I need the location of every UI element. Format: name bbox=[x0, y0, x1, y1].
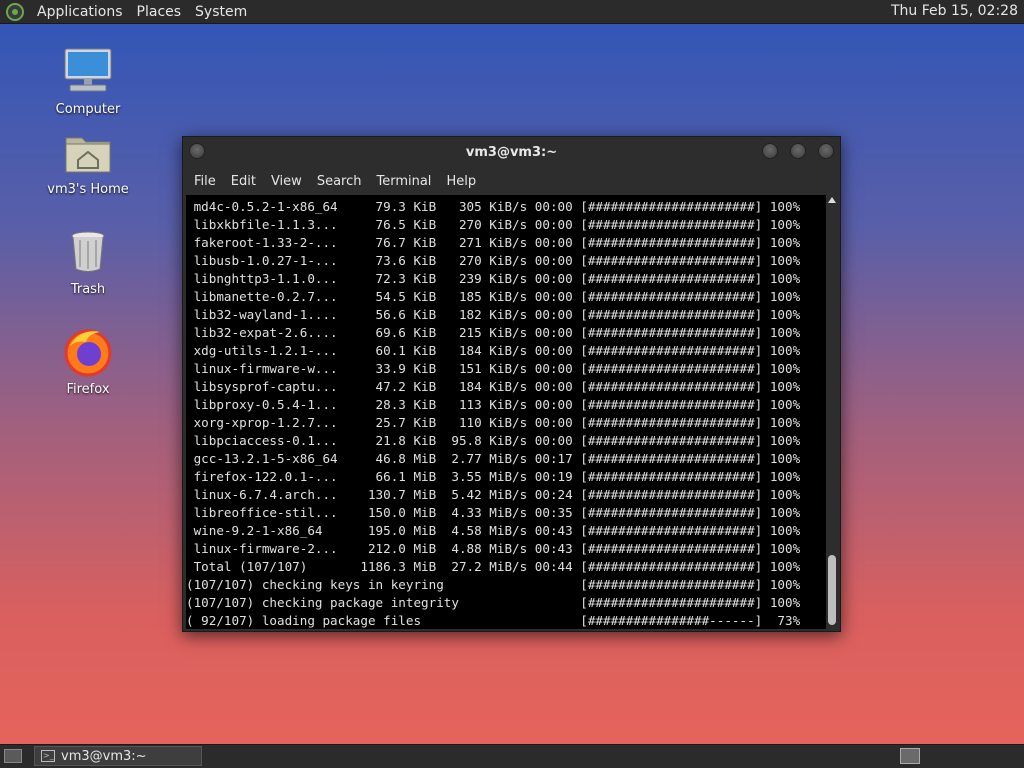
terminal-line: xdg-utils-1.2.1-... 60.1 KiB 184 KiB/s 0… bbox=[186, 343, 801, 358]
show-desktop-icon[interactable] bbox=[4, 749, 22, 763]
terminal-line: lib32-wayland-1.... 56.6 KiB 182 KiB/s 0… bbox=[186, 307, 801, 322]
desktop-icon-label: vm3's Home bbox=[47, 182, 129, 197]
top-panel: Applications Places System Thu Feb 15, 0… bbox=[0, 0, 1024, 24]
terminal-line: ( 92/107) loading package files [#######… bbox=[186, 613, 801, 628]
menu-places[interactable]: Places bbox=[130, 4, 189, 20]
desktop-icon-firefox[interactable]: Firefox bbox=[38, 326, 138, 397]
terminal-line: libproxy-0.5.4-1... 28.3 KiB 113 KiB/s 0… bbox=[186, 397, 801, 412]
distro-logo-icon[interactable] bbox=[6, 2, 24, 21]
terminal-line: libmanette-0.2.7... 54.5 KiB 185 KiB/s 0… bbox=[186, 289, 801, 304]
desktop-icon-computer[interactable]: Computer bbox=[38, 46, 138, 117]
terminal-line: libsysprof-captu... 47.2 KiB 184 KiB/s 0… bbox=[186, 379, 801, 394]
menu-edit[interactable]: Edit bbox=[224, 174, 264, 189]
trash-icon bbox=[62, 226, 114, 278]
terminal-line: fakeroot-1.33-2-... 76.7 KiB 271 KiB/s 0… bbox=[186, 235, 801, 250]
taskbar-item-terminal[interactable]: >_ vm3@vm3:~ bbox=[34, 746, 202, 766]
firefox-icon bbox=[62, 326, 114, 378]
menu-help[interactable]: Help bbox=[439, 174, 484, 189]
computer-icon bbox=[62, 46, 114, 98]
terminal-lines: md4c-0.5.2-1-x86_64 79.3 KiB 305 KiB/s 0… bbox=[186, 195, 826, 629]
terminal-line: linux-6.7.4.arch... 130.7 MiB 5.42 MiB/s… bbox=[186, 487, 801, 502]
terminal-line: (107/107) checking keys in keyring [####… bbox=[186, 577, 801, 592]
terminal-line: wine-9.2-1-x86_64 195.0 MiB 4.58 MiB/s 0… bbox=[186, 523, 801, 538]
desktop-icon-label: Computer bbox=[55, 102, 121, 117]
terminal-line: libnghttp3-1.1.0... 72.3 KiB 239 KiB/s 0… bbox=[186, 271, 801, 286]
menu-system[interactable]: System bbox=[188, 4, 254, 20]
home-folder-icon bbox=[62, 126, 114, 178]
menu-terminal[interactable]: Terminal bbox=[369, 174, 439, 189]
terminal-menubar: File Edit View Search Terminal Help bbox=[183, 167, 840, 195]
desktop-icon-label: Trash bbox=[70, 282, 106, 297]
terminal-output[interactable]: md4c-0.5.2-1-x86_64 79.3 KiB 305 KiB/s 0… bbox=[186, 195, 826, 629]
terminal-app-icon: >_ bbox=[41, 750, 55, 762]
menu-file[interactable]: File bbox=[187, 174, 224, 189]
window-titlebar[interactable]: vm3@vm3:~ bbox=[183, 137, 840, 167]
terminal-window[interactable]: vm3@vm3:~ File Edit View Search Terminal… bbox=[182, 136, 841, 632]
minimize-icon[interactable] bbox=[762, 143, 778, 159]
terminal-line: md4c-0.5.2-1-x86_64 79.3 KiB 305 KiB/s 0… bbox=[186, 199, 801, 214]
scroll-up-arrow-icon[interactable] bbox=[828, 197, 836, 203]
terminal-line: libreoffice-stil... 150.0 MiB 4.33 MiB/s… bbox=[186, 505, 801, 520]
desktop-icon-trash[interactable]: Trash bbox=[38, 226, 138, 297]
close-icon[interactable] bbox=[818, 143, 834, 159]
taskbar-item-label: vm3@vm3:~ bbox=[61, 748, 147, 764]
terminal-line: (107/107) checking package integrity [##… bbox=[186, 595, 801, 610]
scrollbar-thumb[interactable] bbox=[828, 555, 836, 625]
terminal-line: libpciaccess-0.1... 21.8 KiB 95.8 KiB/s … bbox=[186, 433, 801, 448]
window-title: vm3@vm3:~ bbox=[465, 144, 558, 160]
terminal-line: xorg-xprop-1.2.7... 25.7 KiB 110 KiB/s 0… bbox=[186, 415, 801, 430]
terminal-line: linux-firmware-2... 212.0 MiB 4.88 MiB/s… bbox=[186, 541, 801, 556]
clock[interactable]: Thu Feb 15, 02:28 bbox=[891, 3, 1018, 19]
menu-applications[interactable]: Applications bbox=[30, 4, 130, 20]
terminal-line: gcc-13.2.1-5-x86_64 46.8 MiB 2.77 MiB/s … bbox=[186, 451, 801, 466]
bottom-panel: >_ vm3@vm3:~ bbox=[0, 744, 1024, 768]
maximize-icon[interactable] bbox=[790, 143, 806, 159]
window-menu-icon[interactable] bbox=[189, 143, 205, 159]
terminal-line: libxkbfile-1.1.3... 76.5 KiB 270 KiB/s 0… bbox=[186, 217, 801, 232]
terminal-line: Total (107/107) 1186.3 MiB 27.2 MiB/s 00… bbox=[186, 559, 801, 574]
terminal-line: firefox-122.0.1-... 66.1 MiB 3.55 MiB/s … bbox=[186, 469, 801, 484]
terminal-line: lib32-expat-2.6.... 69.6 KiB 215 KiB/s 0… bbox=[186, 325, 801, 340]
menu-search[interactable]: Search bbox=[310, 174, 370, 189]
terminal-line: libusb-1.0.27-1-... 73.6 KiB 270 KiB/s 0… bbox=[186, 253, 801, 268]
terminal-line: linux-firmware-w... 33.9 KiB 151 KiB/s 0… bbox=[186, 361, 801, 376]
desktop-icon-home[interactable]: vm3's Home bbox=[38, 126, 138, 197]
workspace-switcher[interactable] bbox=[900, 748, 920, 764]
terminal-scrollbar[interactable] bbox=[826, 195, 838, 629]
desktop-icon-label: Firefox bbox=[66, 382, 110, 397]
menu-view[interactable]: View bbox=[264, 174, 310, 189]
